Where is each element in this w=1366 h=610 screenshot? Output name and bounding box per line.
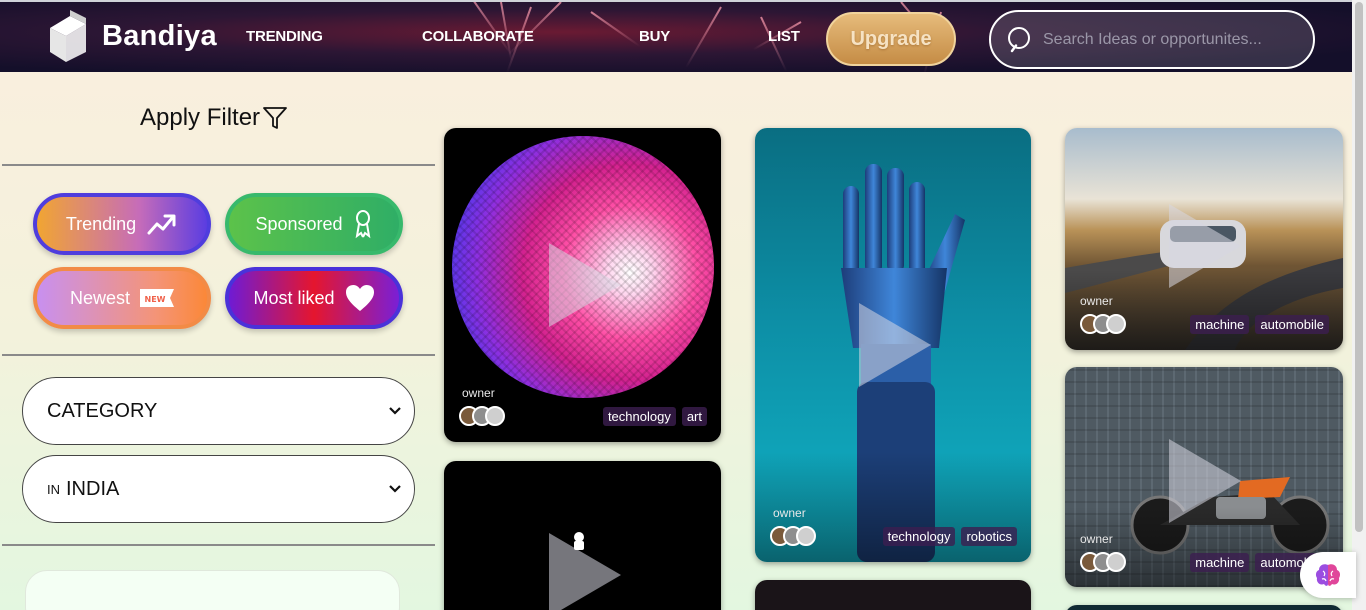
tag[interactable]: technology bbox=[602, 407, 676, 426]
trending-filter-button[interactable]: Trending bbox=[33, 193, 211, 255]
search-input[interactable] bbox=[1043, 30, 1283, 49]
sidebar-panel bbox=[25, 570, 400, 610]
newest-filter-button[interactable]: Newest NEW bbox=[33, 267, 211, 329]
most-liked-filter-label: Most liked bbox=[253, 287, 335, 308]
bandiya-logo-icon[interactable] bbox=[48, 10, 88, 66]
category-select-value: CATEGORY bbox=[47, 399, 158, 422]
newest-filter-label: Newest bbox=[69, 287, 131, 308]
apply-filter-label: Apply Filter bbox=[140, 104, 261, 131]
play-icon[interactable] bbox=[1169, 439, 1241, 523]
assistant-button[interactable] bbox=[1300, 552, 1356, 598]
avatar[interactable] bbox=[485, 406, 505, 426]
avatar[interactable] bbox=[1106, 314, 1126, 334]
chevron-down-icon bbox=[389, 485, 401, 493]
tag[interactable]: machine bbox=[1190, 553, 1250, 572]
sidebar-divider bbox=[2, 354, 435, 356]
heart-icon bbox=[345, 285, 374, 311]
brand-name[interactable]: Bandiya bbox=[102, 20, 217, 53]
owner-avatars[interactable] bbox=[1080, 552, 1126, 572]
award-ribbon-icon bbox=[355, 210, 370, 239]
owner-avatars[interactable] bbox=[770, 526, 816, 546]
idea-card[interactable] bbox=[1065, 605, 1343, 610]
chevron-down-icon bbox=[389, 407, 401, 415]
tag[interactable]: technology bbox=[882, 527, 956, 546]
astronaut-artwork bbox=[574, 532, 584, 550]
funnel-icon[interactable] bbox=[262, 105, 288, 131]
location-select-prefix: IN bbox=[47, 481, 60, 497]
apply-filter-heading: Apply Filter bbox=[140, 104, 288, 132]
owner-label: owner bbox=[462, 386, 495, 400]
new-badge-icon: NEW bbox=[140, 289, 175, 307]
most-liked-filter-button[interactable]: Most liked bbox=[225, 267, 403, 329]
tag-list: technology robotics bbox=[882, 527, 1017, 546]
page-scrollbar[interactable] bbox=[1352, 0, 1366, 610]
search-bar bbox=[989, 10, 1315, 69]
sponsored-filter-label: Sponsored bbox=[255, 213, 343, 234]
search-icon[interactable] bbox=[1007, 26, 1035, 54]
brain-icon bbox=[1315, 564, 1341, 586]
idea-card[interactable] bbox=[444, 461, 721, 610]
idea-card[interactable]: owner machine automobile bbox=[1065, 128, 1343, 350]
nav-collaborate[interactable]: COLLABORATE bbox=[422, 28, 534, 45]
trending-up-icon bbox=[147, 214, 176, 235]
idea-card[interactable]: owner technology art bbox=[444, 128, 721, 442]
tag[interactable]: robotics bbox=[961, 527, 1017, 546]
owner-label: owner bbox=[1080, 532, 1113, 546]
sidebar-divider bbox=[2, 544, 435, 546]
nav-buy[interactable]: BUY bbox=[639, 28, 670, 45]
owner-label: owner bbox=[773, 506, 806, 520]
avatar[interactable] bbox=[796, 526, 816, 546]
idea-card[interactable]: owner technology robotics bbox=[755, 128, 1031, 562]
play-icon[interactable] bbox=[1169, 204, 1241, 288]
avatar[interactable] bbox=[1106, 552, 1126, 572]
sponsored-filter-button[interactable]: Sponsored bbox=[225, 193, 403, 255]
location-select-value: INDIA bbox=[66, 477, 120, 500]
owner-avatars[interactable] bbox=[459, 406, 505, 426]
idea-card[interactable] bbox=[755, 580, 1031, 610]
top-header: Bandiya TRENDING COLLABORATE BUY LIST Up… bbox=[0, 0, 1352, 72]
play-icon[interactable] bbox=[549, 243, 621, 327]
tag-list: machine automobile bbox=[1190, 315, 1329, 334]
play-icon[interactable] bbox=[859, 303, 931, 387]
upgrade-button[interactable]: Upgrade bbox=[826, 12, 956, 66]
tag[interactable]: machine bbox=[1190, 315, 1250, 334]
new-badge-text: NEW bbox=[145, 295, 166, 304]
nav-list[interactable]: LIST bbox=[768, 28, 800, 45]
idea-card[interactable]: owner machine automobile bbox=[1065, 367, 1343, 587]
tag-list: technology art bbox=[602, 407, 707, 426]
owner-label: owner bbox=[1080, 294, 1113, 308]
nav-trending[interactable]: TRENDING bbox=[246, 28, 323, 45]
tag[interactable]: automobile bbox=[1255, 315, 1329, 334]
trending-filter-label: Trending bbox=[65, 213, 137, 234]
scrollbar-thumb[interactable] bbox=[1355, 2, 1363, 532]
location-select[interactable]: IN INDIA bbox=[22, 455, 415, 523]
sidebar-divider bbox=[2, 164, 435, 166]
owner-avatars[interactable] bbox=[1080, 314, 1126, 334]
category-select[interactable]: CATEGORY bbox=[22, 377, 415, 445]
tag[interactable]: art bbox=[681, 407, 707, 426]
